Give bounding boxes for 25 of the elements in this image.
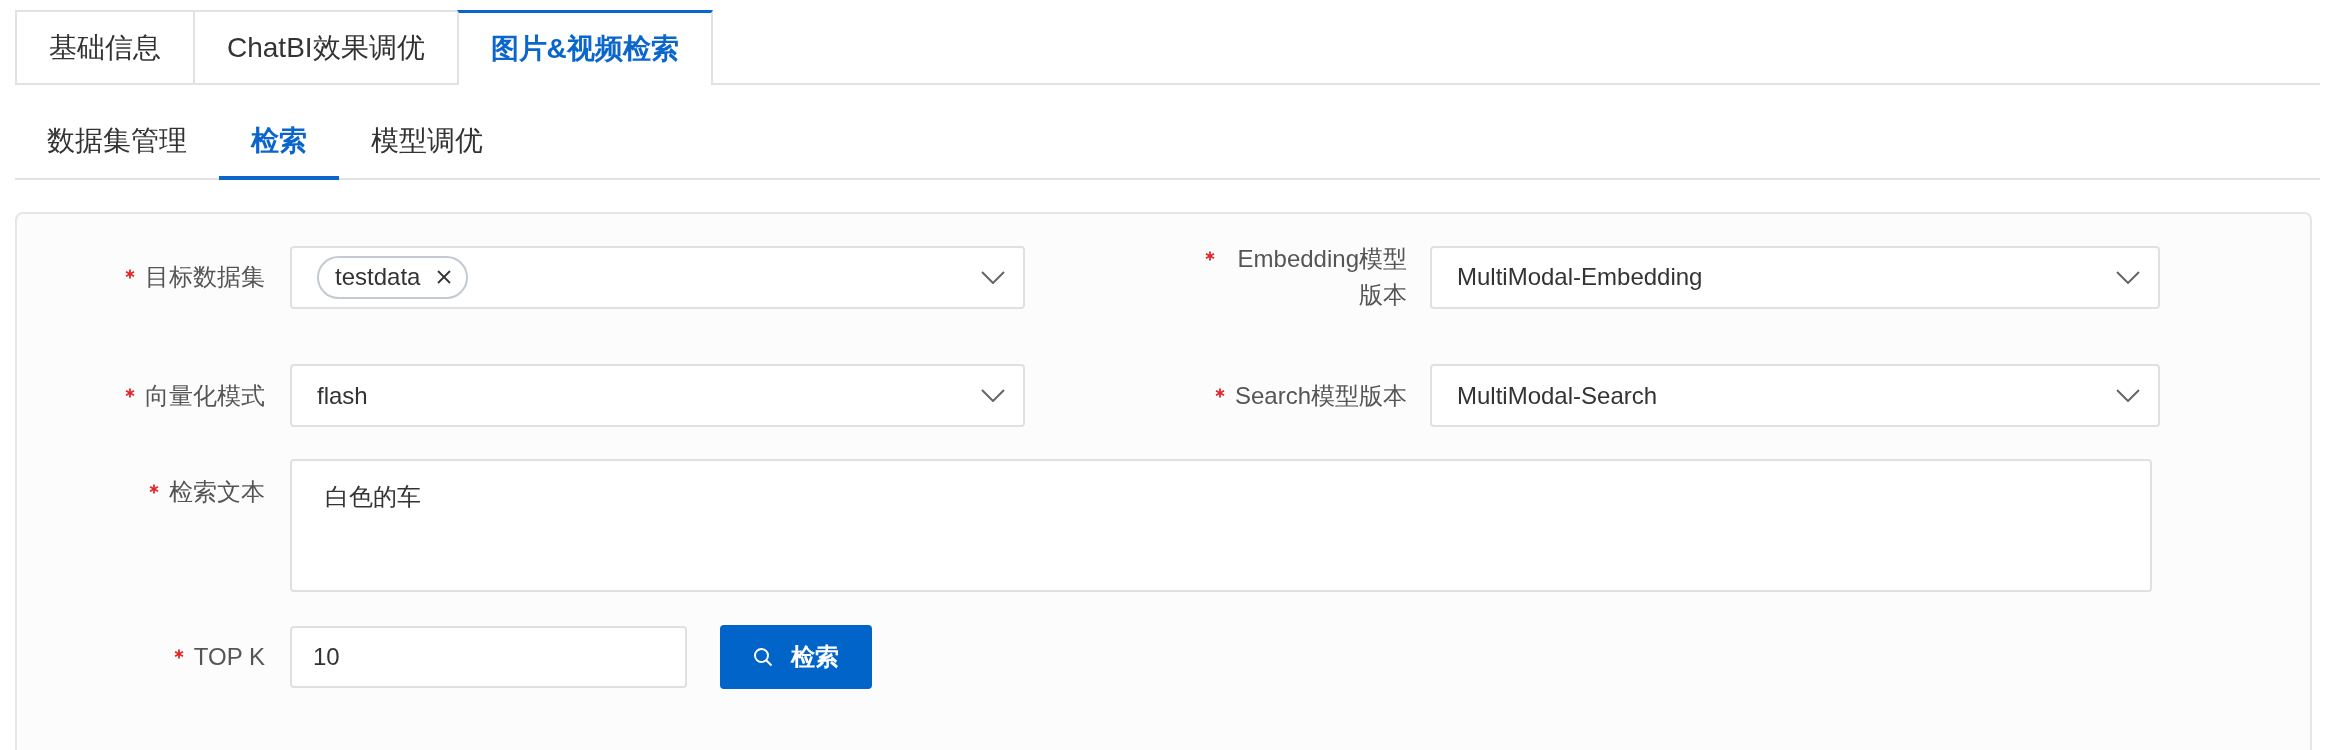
sub-tab[interactable]: 模型调优 (339, 105, 515, 180)
top-tab[interactable]: 图片&视频检索 (456, 10, 713, 85)
select-field[interactable]: testdata (290, 245, 1025, 309)
select-field[interactable]: MultiModal-Embedding (1430, 245, 2160, 309)
sub-tab[interactable]: 数据集管理 (15, 105, 219, 180)
chevron-down-icon (981, 389, 1005, 402)
select-field[interactable]: MultiModal-Search (1430, 364, 2160, 427)
select-field[interactable]: flash (290, 364, 1025, 427)
field-label: 目标数据集 (145, 262, 265, 292)
input-field[interactable]: 10 (290, 626, 687, 688)
chevron-down-icon (981, 270, 1005, 284)
search-button[interactable]: 检索 (720, 625, 872, 689)
chevron-down-icon (2116, 389, 2140, 402)
top-tab[interactable]: 基础信息 (15, 10, 195, 83)
sub-tab[interactable]: 检索 (219, 105, 339, 180)
search-icon (753, 647, 773, 667)
chevron-down-icon (2116, 270, 2140, 284)
field-label: 检索文本 (169, 477, 265, 507)
tag-chip[interactable]: testdata (317, 255, 469, 299)
close-icon[interactable] (436, 269, 453, 285)
field-label: Embedding模型版本 (1236, 244, 1407, 310)
field-label: TOP K (193, 642, 265, 672)
field-label: Search模型版本 (1234, 380, 1407, 411)
field-label: 向量化模式 (145, 380, 265, 411)
textarea-field[interactable]: 白色的车 (290, 459, 2152, 592)
